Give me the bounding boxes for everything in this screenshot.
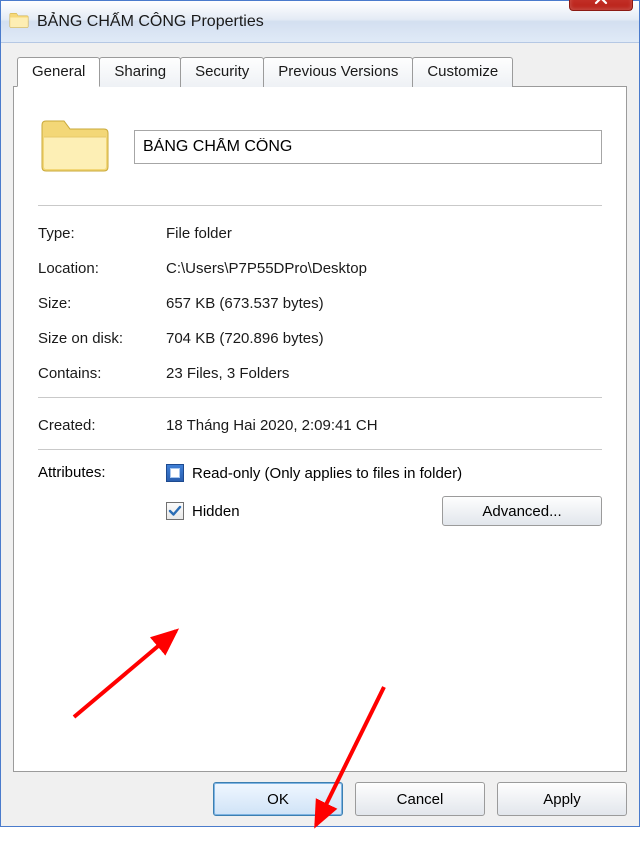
value-location: C:\Users\P7P55DPro\Desktop [166, 260, 602, 277]
ok-button[interactable]: OK [213, 782, 343, 816]
hidden-label: Hidden [192, 503, 240, 520]
apply-button[interactable]: Apply [497, 782, 627, 816]
tab-security[interactable]: Security [180, 57, 264, 87]
value-size-on-disk: 704 KB (720.896 bytes) [166, 330, 602, 347]
separator [38, 205, 602, 206]
properties-table: Type: File folder Location: C:\Users\P7P… [38, 216, 602, 391]
attributes-section: Attributes: Read-only (Only applies to f… [38, 460, 602, 526]
label-created: Created: [38, 417, 166, 434]
window-title: BẢNG CHẤM CÔNG Properties [37, 13, 569, 31]
close-button[interactable] [569, 0, 633, 11]
value-type: File folder [166, 225, 602, 242]
annotation-arrow [56, 617, 216, 737]
hidden-checkbox[interactable] [166, 502, 184, 520]
label-type: Type: [38, 225, 166, 242]
value-size: 657 KB (673.537 bytes) [166, 295, 602, 312]
label-contains: Contains: [38, 365, 166, 382]
client-area: General Sharing Security Previous Versio… [1, 43, 639, 826]
button-bar: OK Cancel Apply [13, 772, 627, 816]
check-icon [168, 504, 182, 518]
label-attributes: Attributes: [38, 460, 166, 526]
cancel-button[interactable]: Cancel [355, 782, 485, 816]
name-row [38, 105, 602, 199]
tab-sharing[interactable]: Sharing [99, 57, 181, 87]
label-size-on-disk: Size on disk: [38, 330, 166, 347]
readonly-checkbox[interactable] [166, 464, 184, 482]
folder-large-icon [38, 115, 112, 179]
folder-icon [9, 11, 37, 33]
annotation-arrow [254, 675, 404, 845]
tab-general[interactable]: General [17, 57, 100, 87]
close-icon [593, 0, 609, 5]
properties-window: BẢNG CHẤM CÔNG Properties General Sharin… [0, 0, 640, 827]
folder-name-input[interactable] [134, 130, 602, 164]
value-contains: 23 Files, 3 Folders [166, 365, 602, 382]
titlebar: BẢNG CHẤM CÔNG Properties [1, 1, 639, 43]
separator [38, 397, 602, 398]
tab-panel-general: Type: File folder Location: C:\Users\P7P… [13, 86, 627, 772]
separator [38, 449, 602, 450]
tab-previous-versions[interactable]: Previous Versions [263, 57, 413, 87]
tab-strip: General Sharing Security Previous Versio… [13, 57, 627, 87]
label-size: Size: [38, 295, 166, 312]
label-location: Location: [38, 260, 166, 277]
readonly-label: Read-only (Only applies to files in fold… [192, 465, 462, 482]
advanced-button[interactable]: Advanced... [442, 496, 602, 526]
tab-customize[interactable]: Customize [412, 57, 513, 87]
value-created: 18 Tháng Hai 2020, 2:09:41 CH [166, 417, 602, 434]
